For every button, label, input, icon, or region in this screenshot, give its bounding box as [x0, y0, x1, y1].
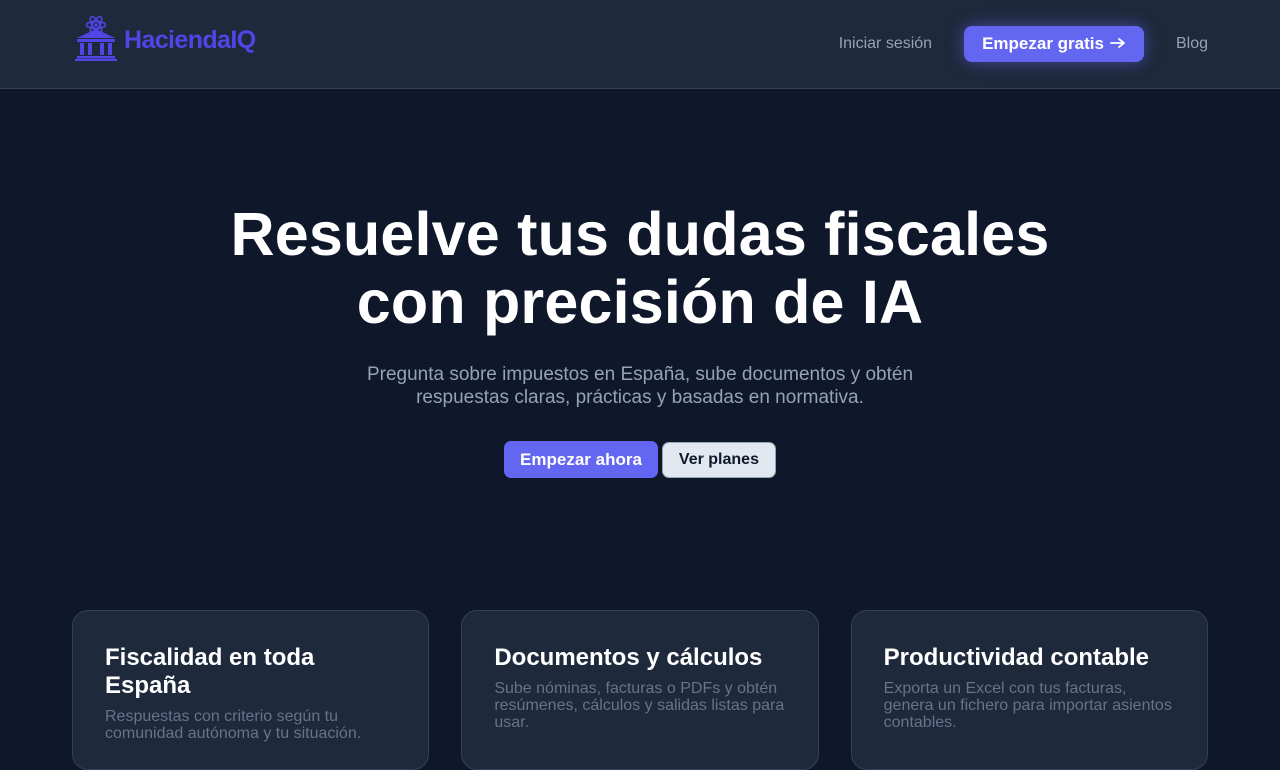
feature-text: Sube nóminas, facturas o PDFs y obtén re… — [494, 680, 785, 731]
hero-title-line-1: Resuelve tus dudas fiscales — [230, 200, 1050, 268]
feature-title: Fiscalidad en toda España — [105, 644, 315, 699]
feature-text: Respuestas con criterio según tu comunid… — [105, 708, 362, 742]
feature-text: Exporta un Excel con tus facturas, gener… — [883, 680, 1172, 731]
hero-title: Resuelve tus dudas fiscales con precisió… — [0, 200, 1280, 336]
view-plans-button[interactable]: Ver planes — [661, 441, 776, 478]
start-free-label: Empezar gratis — [982, 34, 1104, 53]
top-navbar: HaciendaIQ Iniciar sesión Empezar gratis… — [0, 0, 1280, 89]
feature-card-fiscalidad: Fiscalidad en toda España Respuestas con… — [72, 610, 430, 770]
start-free-button[interactable]: Empezar gratis — [964, 26, 1144, 62]
start-now-button[interactable]: Empezar ahora — [504, 441, 658, 478]
nav-links: Iniciar sesión Empezar gratis Blog — [839, 26, 1208, 62]
brand-name: HaciendaIQ — [124, 25, 256, 54]
features-section: Fiscalidad en toda España Respuestas con… — [72, 610, 1208, 770]
hero-section: Resuelve tus dudas fiscales con precisió… — [0, 200, 1280, 478]
blog-link[interactable]: Blog — [1176, 35, 1208, 53]
feature-card-documentos: Documentos y cálculos Sube nóminas, fact… — [461, 610, 819, 770]
government-building-atom-icon — [74, 15, 118, 66]
login-link[interactable]: Iniciar sesión — [839, 35, 932, 53]
feature-card-productividad: Productividad contable Exporta un Excel … — [850, 610, 1208, 770]
hero-actions: Empezar ahora Ver planes — [0, 441, 1280, 478]
arrow-right-icon — [1110, 34, 1126, 54]
hero-title-line-2: con precisión de IA — [356, 268, 924, 336]
brand-logo[interactable]: HaciendaIQ — [74, 15, 256, 66]
feature-title: Productividad contable — [883, 644, 1150, 671]
hero-subtitle: Pregunta sobre impuestos en España, sube… — [366, 364, 914, 408]
feature-title: Documentos y cálculos — [494, 644, 763, 671]
